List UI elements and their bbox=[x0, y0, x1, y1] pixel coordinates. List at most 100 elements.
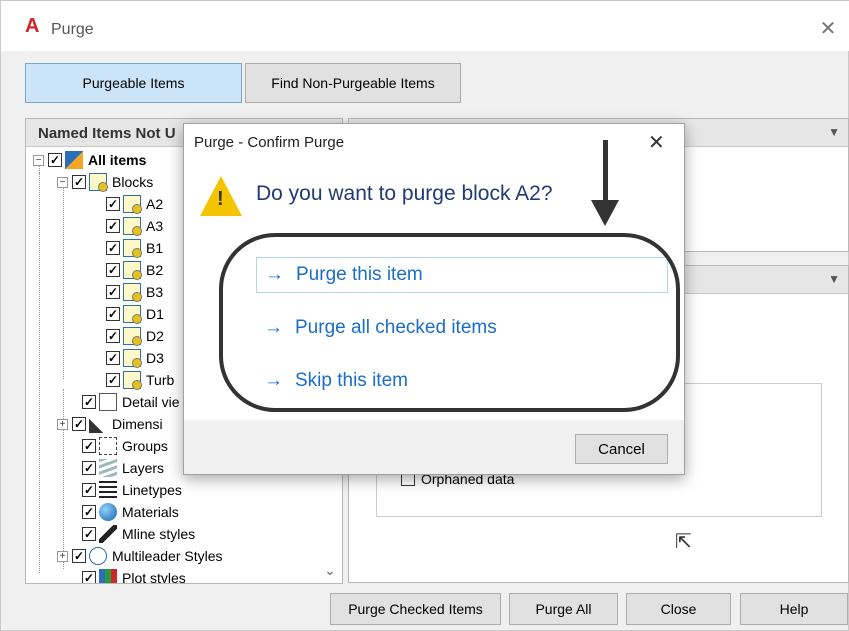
tree-item-block-d3[interactable]: ✓ D3 bbox=[106, 347, 164, 369]
tree-item-plot-styles[interactable]: ✓ Plot styles bbox=[82, 567, 186, 583]
tree-item-label: A2 bbox=[146, 196, 164, 212]
checkbox-checked-icon[interactable]: ✓ bbox=[82, 571, 96, 583]
tree-item-label: Multileader Styles bbox=[112, 548, 223, 564]
linetypes-icon bbox=[99, 481, 117, 499]
tree-item-label: Turb bbox=[146, 372, 175, 388]
tree-item-detail-view[interactable]: ✓ Detail vie bbox=[82, 391, 180, 413]
dialog-title: Purge - Confirm Purge bbox=[194, 134, 345, 151]
tree-item-label: Materials bbox=[122, 504, 179, 520]
checkbox-checked-icon[interactable]: ✓ bbox=[106, 351, 120, 365]
tree-item-block-b2[interactable]: ✓ B2 bbox=[106, 259, 163, 281]
annotation-arrow-shaft bbox=[603, 140, 608, 202]
block-icon bbox=[89, 173, 108, 192]
tree-item-multileader-styles[interactable]: + ✓ Multileader Styles bbox=[57, 545, 223, 567]
dialog-close-icon[interactable]: ✕ bbox=[648, 130, 665, 155]
block-icon bbox=[123, 349, 142, 368]
checkbox-checked-icon[interactable]: ✓ bbox=[106, 263, 120, 277]
tree-item-mline-styles[interactable]: ✓ Mline styles bbox=[82, 523, 195, 545]
tab-purgeable-items[interactable]: Purgeable Items bbox=[25, 63, 242, 103]
checkbox-checked-icon[interactable]: ✓ bbox=[82, 461, 96, 475]
checkbox-checked-icon[interactable]: ✓ bbox=[106, 241, 120, 255]
block-icon bbox=[123, 239, 142, 258]
scroll-down-icon[interactable]: ⌄ bbox=[319, 559, 341, 581]
block-icon bbox=[123, 371, 142, 390]
checkbox-checked-icon[interactable]: ✓ bbox=[82, 395, 96, 409]
tree-item-dimension[interactable]: + ✓ Dimensi bbox=[57, 413, 163, 435]
tree-item-label: B1 bbox=[146, 240, 164, 256]
collapse-panel-icon[interactable]: ▼ bbox=[828, 272, 840, 286]
confirm-question: Do you want to purge block A2? bbox=[256, 182, 553, 205]
tree-item-label: A3 bbox=[146, 218, 164, 234]
materials-icon bbox=[99, 503, 117, 521]
mline-styles-icon bbox=[99, 525, 117, 543]
tree-item-block-a2[interactable]: ✓ A2 bbox=[106, 193, 163, 215]
checkbox-checked-icon[interactable]: ✓ bbox=[106, 373, 120, 387]
tab-find-non-purgeable-items[interactable]: Find Non-Purgeable Items bbox=[245, 63, 461, 103]
tree-item-label: B3 bbox=[146, 284, 164, 300]
block-icon bbox=[123, 261, 142, 280]
tree-item-label: Groups bbox=[122, 438, 168, 454]
tree-item-groups[interactable]: ✓ Groups bbox=[82, 435, 168, 457]
tree-item-block-b3[interactable]: ✓ B3 bbox=[106, 281, 163, 303]
purge-all-button[interactable]: Purge All bbox=[509, 593, 618, 625]
plot-styles-icon bbox=[99, 569, 117, 583]
tree-item-block-d1[interactable]: ✓ D1 bbox=[106, 303, 164, 325]
expand-icon[interactable]: + bbox=[57, 418, 68, 430]
dimension-icon bbox=[89, 415, 107, 433]
tree-item-label: Layers bbox=[122, 460, 165, 476]
tree-item-label: Blocks bbox=[112, 174, 154, 190]
tree-item-label: Linetypes bbox=[122, 482, 182, 498]
purge-checked-items-button[interactable]: Purge Checked Items bbox=[330, 593, 501, 625]
tree-item-blocks[interactable]: − ✓ Blocks bbox=[57, 171, 153, 193]
block-icon bbox=[123, 327, 142, 346]
tree-item-block-a3[interactable]: ✓ A3 bbox=[106, 215, 163, 237]
checkbox-checked-icon[interactable]: ✓ bbox=[106, 219, 120, 233]
block-icon bbox=[123, 195, 142, 214]
checkbox-checked-icon[interactable]: ✓ bbox=[106, 285, 120, 299]
detail-view-icon bbox=[99, 393, 117, 411]
collapse-icon[interactable]: − bbox=[33, 154, 44, 166]
tree-item-label: D2 bbox=[146, 328, 164, 344]
block-icon bbox=[123, 305, 142, 324]
collapse-panel-icon[interactable]: ▼ bbox=[828, 125, 840, 139]
tree-item-block-turb[interactable]: ✓ Turb bbox=[106, 369, 174, 391]
tree-item-linetypes[interactable]: ✓ Linetypes bbox=[82, 479, 182, 501]
cancel-button[interactable]: Cancel bbox=[575, 434, 668, 464]
tree-item-label: B2 bbox=[146, 262, 164, 278]
checkbox-checked-icon[interactable]: ✓ bbox=[106, 329, 120, 343]
tree-item-label: D3 bbox=[146, 350, 164, 366]
checkbox-checked-icon[interactable]: ✓ bbox=[72, 549, 86, 563]
checkbox-checked-icon[interactable]: ✓ bbox=[106, 307, 120, 321]
mouse-cursor-icon: ⇱ bbox=[675, 531, 692, 553]
collapse-icon[interactable]: − bbox=[57, 176, 68, 188]
checkbox-checked-icon[interactable]: ✓ bbox=[106, 197, 120, 211]
checkbox-checked-icon[interactable]: ✓ bbox=[72, 175, 86, 189]
checkbox-checked-icon[interactable]: ✓ bbox=[82, 439, 96, 453]
all-items-icon bbox=[65, 151, 83, 169]
checkbox-checked-icon[interactable]: ✓ bbox=[82, 505, 96, 519]
close-button[interactable]: Close bbox=[626, 593, 731, 625]
tree-item-block-b1[interactable]: ✓ B1 bbox=[106, 237, 163, 259]
tree-item-all-items[interactable]: − ✓ All items bbox=[33, 149, 146, 171]
tree-item-block-d2[interactable]: ✓ D2 bbox=[106, 325, 164, 347]
tree-item-label: Detail vie bbox=[122, 394, 180, 410]
tree-item-materials[interactable]: ✓ Materials bbox=[82, 501, 179, 523]
checkbox-checked-icon[interactable]: ✓ bbox=[48, 153, 62, 167]
expand-icon[interactable]: + bbox=[57, 550, 68, 562]
tree-item-label: All items bbox=[88, 152, 147, 168]
tree-item-layers[interactable]: ✓ Layers bbox=[82, 457, 164, 479]
groups-icon bbox=[99, 437, 117, 455]
checkbox-checked-icon[interactable]: ✓ bbox=[82, 483, 96, 497]
checkbox-checked-icon[interactable]: ✓ bbox=[82, 527, 96, 541]
help-button[interactable]: Help bbox=[740, 593, 848, 625]
window-close-icon[interactable]: ✕ bbox=[814, 15, 842, 43]
tree-item-label: Plot styles bbox=[122, 570, 186, 583]
tree-item-label: D1 bbox=[146, 306, 164, 322]
window-title: Purge bbox=[51, 21, 94, 38]
tree-item-label: Dimensi bbox=[112, 416, 163, 432]
annotation-arrow-down-icon bbox=[591, 200, 619, 226]
checkbox-checked-icon[interactable]: ✓ bbox=[72, 417, 86, 431]
warning-mark: ! bbox=[217, 188, 224, 210]
tree-item-label: Mline styles bbox=[122, 526, 196, 542]
block-icon bbox=[123, 217, 142, 236]
